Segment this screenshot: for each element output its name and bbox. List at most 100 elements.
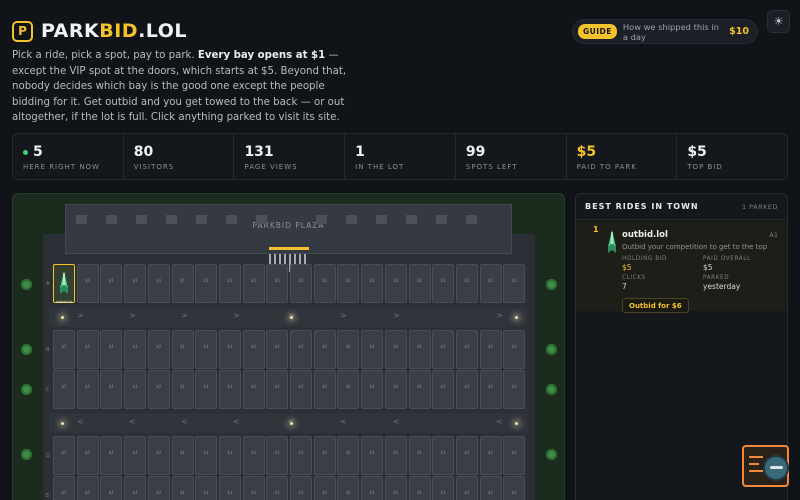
parking-bay[interactable]: $1 <box>290 264 312 303</box>
parking-bay[interactable]: $1 <box>195 436 218 475</box>
parking-bay[interactable]: $1 <box>76 436 99 475</box>
parking-bay[interactable]: $1 <box>455 370 478 409</box>
parking-bay[interactable]: $1 <box>147 476 170 500</box>
parking-bay[interactable]: $1 <box>124 436 147 475</box>
parking-bay[interactable]: $1 <box>337 330 360 369</box>
parking-bay[interactable]: $1 <box>100 264 123 303</box>
parking-bay[interactable]: $1 <box>218 436 241 475</box>
parking-bay[interactable]: $1 <box>124 370 147 409</box>
parking-bay[interactable]: $1 <box>195 330 218 369</box>
parking-bay[interactable]: $1 <box>242 436 265 475</box>
parking-bay[interactable]: $1 <box>76 370 99 409</box>
parking-bay[interactable]: $1 <box>100 370 123 409</box>
parking-bay[interactable]: $1 <box>361 436 384 475</box>
parking-bay[interactable]: $1 <box>408 476 431 500</box>
parking-bay[interactable]: $1 <box>242 476 265 500</box>
parking-bay[interactable]: $1 <box>53 476 75 500</box>
parking-bay[interactable]: $1 <box>266 370 289 409</box>
parking-bay[interactable]: $1 <box>266 476 289 500</box>
parking-bay[interactable]: $1 <box>242 330 265 369</box>
parking-bay[interactable]: $1 <box>384 264 407 303</box>
parking-bay[interactable]: $1 <box>479 264 502 303</box>
parking-bay[interactable]: $1 <box>76 330 99 369</box>
parking-bay[interactable]: $1 <box>313 436 336 475</box>
parking-bay[interactable]: $1 <box>384 436 407 475</box>
parking-bay[interactable]: $1 <box>218 330 241 369</box>
parking-bay[interactable]: $1 <box>147 370 170 409</box>
parking-bay[interactable]: $1 <box>337 370 360 409</box>
parking-bay[interactable]: $1 <box>218 264 241 303</box>
parking-bay[interactable]: $1 <box>479 330 502 369</box>
parking-bay[interactable]: $1 <box>384 370 407 409</box>
parking-bay[interactable]: $1 <box>503 476 526 500</box>
parking-bay[interactable]: $1 <box>432 476 455 500</box>
parking-bay[interactable]: $1 <box>361 370 384 409</box>
theme-toggle-button[interactable]: ☀ <box>767 10 790 33</box>
parking-bay[interactable]: $1 <box>432 436 455 475</box>
parking-bay[interactable]: $1 <box>195 264 218 303</box>
parking-bay[interactable]: $1 <box>147 436 170 475</box>
parking-bay[interactable]: $1 <box>195 370 218 409</box>
parking-bay-occupied[interactable]: outbid.lol <box>53 264 75 304</box>
parking-bay[interactable]: $1 <box>53 330 75 369</box>
support-avatar-icon[interactable] <box>763 455 789 481</box>
parking-bay[interactable]: $1 <box>455 330 478 369</box>
parking-bay[interactable]: $1 <box>313 330 336 369</box>
parking-bay[interactable]: $1 <box>455 436 478 475</box>
parking-bay[interactable]: $1 <box>290 476 312 500</box>
parking-bay[interactable]: $1 <box>361 264 384 303</box>
parking-bay[interactable]: $1 <box>503 436 526 475</box>
parking-bay[interactable]: $1 <box>100 436 123 475</box>
parking-bay[interactable]: $1 <box>313 264 336 303</box>
parking-bay[interactable]: $1 <box>432 370 455 409</box>
parking-bay[interactable]: $1 <box>479 370 502 409</box>
guide-link[interactable]: GUIDE How we shipped this in a day $10 <box>572 19 758 44</box>
parking-bay[interactable]: $1 <box>503 370 526 409</box>
parking-bay[interactable]: $1 <box>100 330 123 369</box>
parking-bay[interactable]: $1 <box>147 264 170 303</box>
parking-bay[interactable]: $1 <box>408 264 431 303</box>
parking-bay[interactable]: $1 <box>124 330 147 369</box>
parking-bay[interactable]: $1 <box>313 370 336 409</box>
parking-bay[interactable]: $1 <box>408 436 431 475</box>
parking-bay[interactable]: $1 <box>76 264 99 303</box>
parking-bay[interactable]: $1 <box>313 476 336 500</box>
parking-bay[interactable]: $1 <box>171 330 194 369</box>
parking-bay[interactable]: $1 <box>290 436 312 475</box>
parking-bay[interactable]: $1 <box>384 330 407 369</box>
parking-bay[interactable]: $1 <box>124 476 147 500</box>
parking-bay[interactable]: $1 <box>479 436 502 475</box>
parking-bay[interactable]: $1 <box>266 436 289 475</box>
parking-bay[interactable]: $1 <box>53 436 75 475</box>
parking-bay[interactable]: $1 <box>266 330 289 369</box>
parking-bay[interactable]: $1 <box>337 264 360 303</box>
parking-bay[interactable]: $1 <box>171 476 194 500</box>
parking-bay[interactable]: $1 <box>171 370 194 409</box>
parking-bay[interactable]: $1 <box>408 330 431 369</box>
parking-bay[interactable]: $1 <box>455 476 478 500</box>
parking-bay[interactable]: $1 <box>337 436 360 475</box>
parking-bay[interactable]: $1 <box>455 264 478 303</box>
ride-name[interactable]: outbid.lol <box>622 230 668 240</box>
parking-bay[interactable]: $1 <box>361 330 384 369</box>
parking-bay[interactable]: $1 <box>408 370 431 409</box>
parking-bay[interactable]: $1 <box>503 264 526 303</box>
parking-bay[interactable]: $1 <box>242 370 265 409</box>
parking-bay[interactable]: $1 <box>195 476 218 500</box>
parking-bay[interactable]: $5 <box>266 264 289 303</box>
parking-bay[interactable]: $1 <box>171 436 194 475</box>
parking-bay[interactable]: $1 <box>479 476 502 500</box>
parking-bay[interactable]: $1 <box>218 476 241 500</box>
parking-bay[interactable]: $1 <box>242 264 265 303</box>
parking-bay[interactable]: $1 <box>337 476 360 500</box>
parking-bay[interactable]: $1 <box>76 476 99 500</box>
parking-bay[interactable]: $1 <box>503 330 526 369</box>
outbid-button[interactable]: Outbid for $6 <box>622 298 689 313</box>
parking-bay[interactable]: $1 <box>432 330 455 369</box>
parking-bay[interactable]: $1 <box>361 476 384 500</box>
parking-bay[interactable]: $1 <box>432 264 455 303</box>
parking-bay[interactable]: $1 <box>53 370 75 409</box>
logo[interactable]: P PARKBID.LOL <box>12 20 187 42</box>
parking-bay[interactable]: $1 <box>100 476 123 500</box>
parking-bay[interactable]: $1 <box>171 264 194 303</box>
